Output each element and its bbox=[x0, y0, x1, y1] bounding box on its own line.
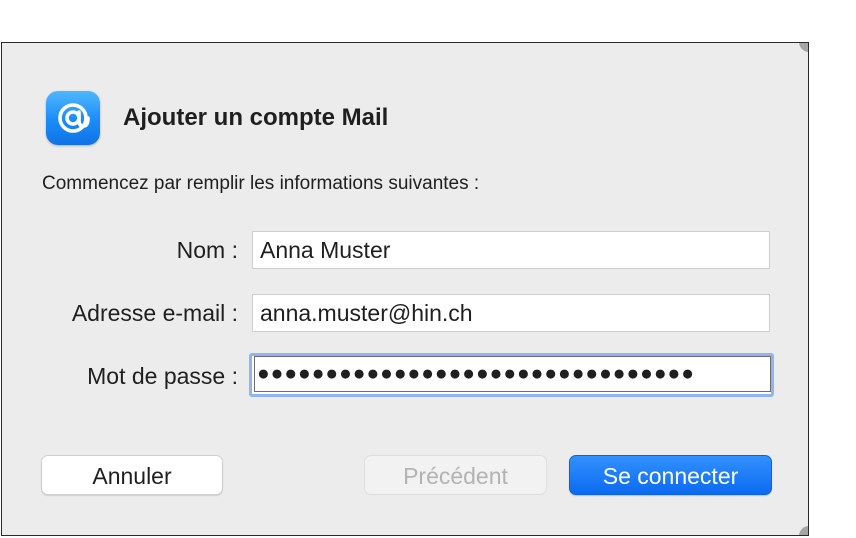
previous-button[interactable]: Précédent bbox=[364, 455, 547, 495]
dialog-corner bbox=[799, 43, 808, 52]
email-field[interactable]: anna.muster@hin.ch bbox=[252, 294, 770, 332]
cancel-button[interactable]: Annuler bbox=[41, 455, 223, 495]
dialog-subtitle: Commencez par remplir les informations s… bbox=[42, 173, 480, 194]
name-label: Nom : bbox=[176, 237, 238, 263]
password-label: Mot de passe : bbox=[87, 363, 238, 389]
connect-button[interactable]: Se connecter bbox=[569, 455, 772, 495]
add-mail-account-dialog: Ajouter un compte Mail Commencez par rem… bbox=[1, 42, 809, 536]
dialog-title: Ajouter un compte Mail bbox=[123, 104, 389, 131]
email-label: Adresse e-mail : bbox=[71, 300, 238, 326]
name-field[interactable]: Anna Muster bbox=[252, 231, 770, 269]
password-value: ●●●●●●●●●●●●●●●●●●●●●●●●●●●●●●●● bbox=[254, 356, 771, 392]
password-field[interactable]: ●●●●●●●●●●●●●●●●●●●●●●●●●●●●●●●● bbox=[249, 353, 774, 397]
dialog-corner bbox=[799, 526, 808, 535]
page: Ajouter un compte Mail Commencez par rem… bbox=[0, 0, 856, 538]
at-sign-mail-icon bbox=[46, 91, 100, 145]
